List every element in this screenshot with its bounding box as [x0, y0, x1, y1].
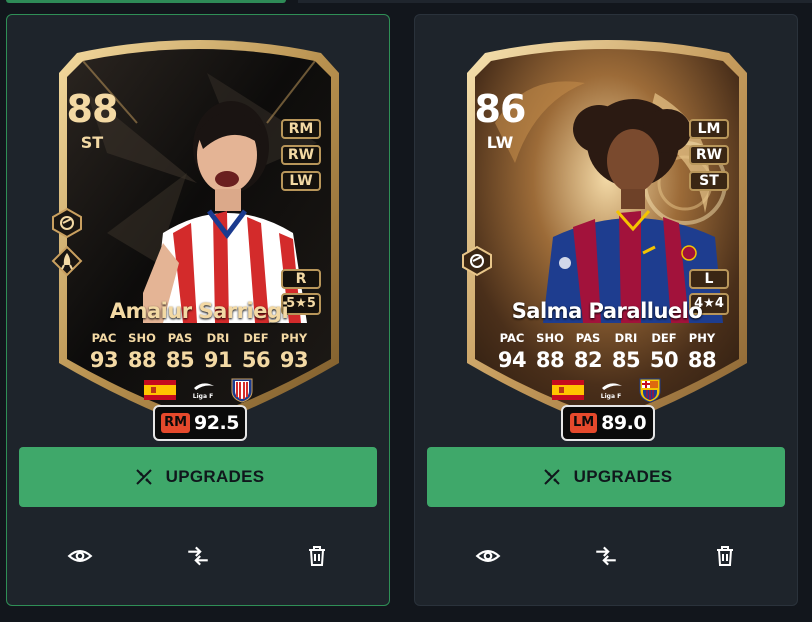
player-panel[interactable]: 88 ST RM RW LW R 5★5 Amaiur Sarriegi PAC… [6, 14, 390, 606]
swap-button[interactable] [183, 541, 213, 571]
card-actions [415, 541, 797, 571]
stat-dri: DRI 91 [199, 331, 237, 372]
eye-icon [475, 550, 501, 562]
stat-pac: PAC 94 [493, 331, 531, 372]
stat-sho: SHO 88 [531, 331, 569, 372]
stat-value: 93 [279, 348, 309, 372]
stat-value: 85 [611, 348, 641, 372]
inactive-tab-indicator [298, 0, 812, 3]
view-button[interactable] [473, 541, 503, 571]
stat-phy: PHY 88 [683, 331, 721, 372]
upgrades-label: UPGRADES [165, 467, 265, 486]
view-button[interactable] [65, 541, 95, 571]
atletico-madrid-crest-icon [231, 378, 253, 403]
stats-row: PAC 94 SHO 88 PAS 82 DRI 85 DEF 50 PHY 8… [493, 331, 721, 372]
league-text: Liga F [193, 393, 213, 400]
stat-value: 88 [127, 348, 157, 372]
alt-position-badge: LM [689, 119, 729, 139]
chip-position: LM [569, 413, 598, 433]
stat-pac: PAC 93 [85, 331, 123, 372]
league-text: Liga F [601, 393, 621, 400]
chip-rating: 89.0 [601, 412, 647, 434]
card-position: ST [80, 133, 104, 152]
stat-def: DEF 56 [237, 331, 275, 372]
fc-barcelona-crest-icon [639, 378, 661, 403]
stat-label: SHO [128, 331, 156, 345]
player-name: Amaiur Sarriegi [109, 299, 289, 323]
alt-position-badge: RM [281, 119, 321, 139]
stat-value: 93 [89, 348, 119, 372]
stat-label: PAS [167, 331, 193, 345]
stat-label: DEF [243, 331, 269, 345]
dna-icon [543, 469, 560, 485]
rocket-icon [51, 245, 83, 277]
stat-value: 56 [241, 348, 271, 372]
top-tab-strip [0, 0, 812, 4]
stat-value: 50 [649, 348, 679, 372]
card-actions [7, 541, 389, 571]
spain-flag-icon [144, 380, 176, 400]
stat-def: DEF 50 [645, 331, 683, 372]
delete-button[interactable] [710, 541, 740, 571]
stat-pas: PAS 82 [569, 331, 607, 372]
player-card[interactable]: 86 LW LM RW ST L 4★4 Salma Paralluelo PA… [455, 33, 759, 441]
alt-position-badge: RW [281, 145, 321, 165]
player-name: Salma Paralluelo [511, 299, 703, 323]
stat-label: DEF [651, 331, 677, 345]
stat-sho: SHO 88 [123, 331, 161, 372]
stat-value: 91 [203, 348, 233, 372]
stat-label: PAS [575, 331, 601, 345]
swap-arrows-icon [188, 546, 208, 566]
trash-icon [309, 546, 325, 566]
stat-label: DRI [614, 331, 638, 345]
finesse-shot-icon [52, 207, 82, 239]
player-panel[interactable]: 86 LW LM RW ST L 4★4 Salma Paralluelo PA… [414, 14, 798, 606]
upgrades-label: UPGRADES [573, 467, 673, 486]
card-position: LW [486, 133, 514, 152]
card-badges: Liga F [47, 377, 351, 403]
swap-arrows-icon [596, 546, 616, 566]
card-rating: 88 [66, 87, 119, 131]
dna-icon [135, 469, 152, 485]
liga-f-logo-icon: Liga F [193, 383, 214, 400]
stat-pas: PAS 85 [161, 331, 199, 372]
preferred-foot-badge: L [689, 269, 729, 289]
alt-position-badge: RW [689, 145, 729, 165]
stat-label: SHO [536, 331, 564, 345]
player-card[interactable]: 88 ST RM RW LW R 5★5 Amaiur Sarriegi PAC… [47, 33, 351, 441]
stat-phy: PHY 93 [275, 331, 313, 372]
stat-dri: DRI 85 [607, 331, 645, 372]
stat-value: 85 [165, 348, 195, 372]
stat-label: PAC [499, 331, 525, 345]
delete-button[interactable] [302, 541, 332, 571]
active-tab-indicator [6, 0, 286, 3]
chip-position: RM [161, 413, 191, 433]
stat-label: PHY [280, 331, 308, 345]
upgrades-button[interactable]: UPGRADES [427, 447, 785, 507]
finesse-shot-icon [462, 245, 492, 277]
spain-flag-icon [552, 380, 584, 400]
stat-label: PAC [91, 331, 117, 345]
chem-rating-chip: RM 92.5 [153, 405, 247, 441]
stat-value: 94 [497, 348, 527, 372]
stats-row: PAC 93 SHO 88 PAS 85 DRI 91 DEF 56 PHY 9… [85, 331, 313, 372]
stat-value: 88 [687, 348, 717, 372]
card-rating: 86 [474, 87, 527, 131]
trash-icon [717, 546, 733, 566]
upgrades-button[interactable]: UPGRADES [19, 447, 377, 507]
alt-position-badge: LW [281, 171, 321, 191]
preferred-foot-badge: R [281, 269, 321, 289]
chip-rating: 92.5 [194, 412, 239, 434]
chem-rating-chip: LM 89.0 [561, 405, 655, 441]
eye-icon [67, 550, 93, 562]
stat-label: DRI [206, 331, 230, 345]
liga-f-logo-icon: Liga F [601, 383, 622, 400]
alt-position-badge: ST [689, 171, 729, 191]
stat-label: PHY [688, 331, 716, 345]
stat-value: 88 [535, 348, 565, 372]
card-badges: Liga F [455, 377, 759, 403]
swap-button[interactable] [591, 541, 621, 571]
stat-value: 82 [573, 348, 603, 372]
